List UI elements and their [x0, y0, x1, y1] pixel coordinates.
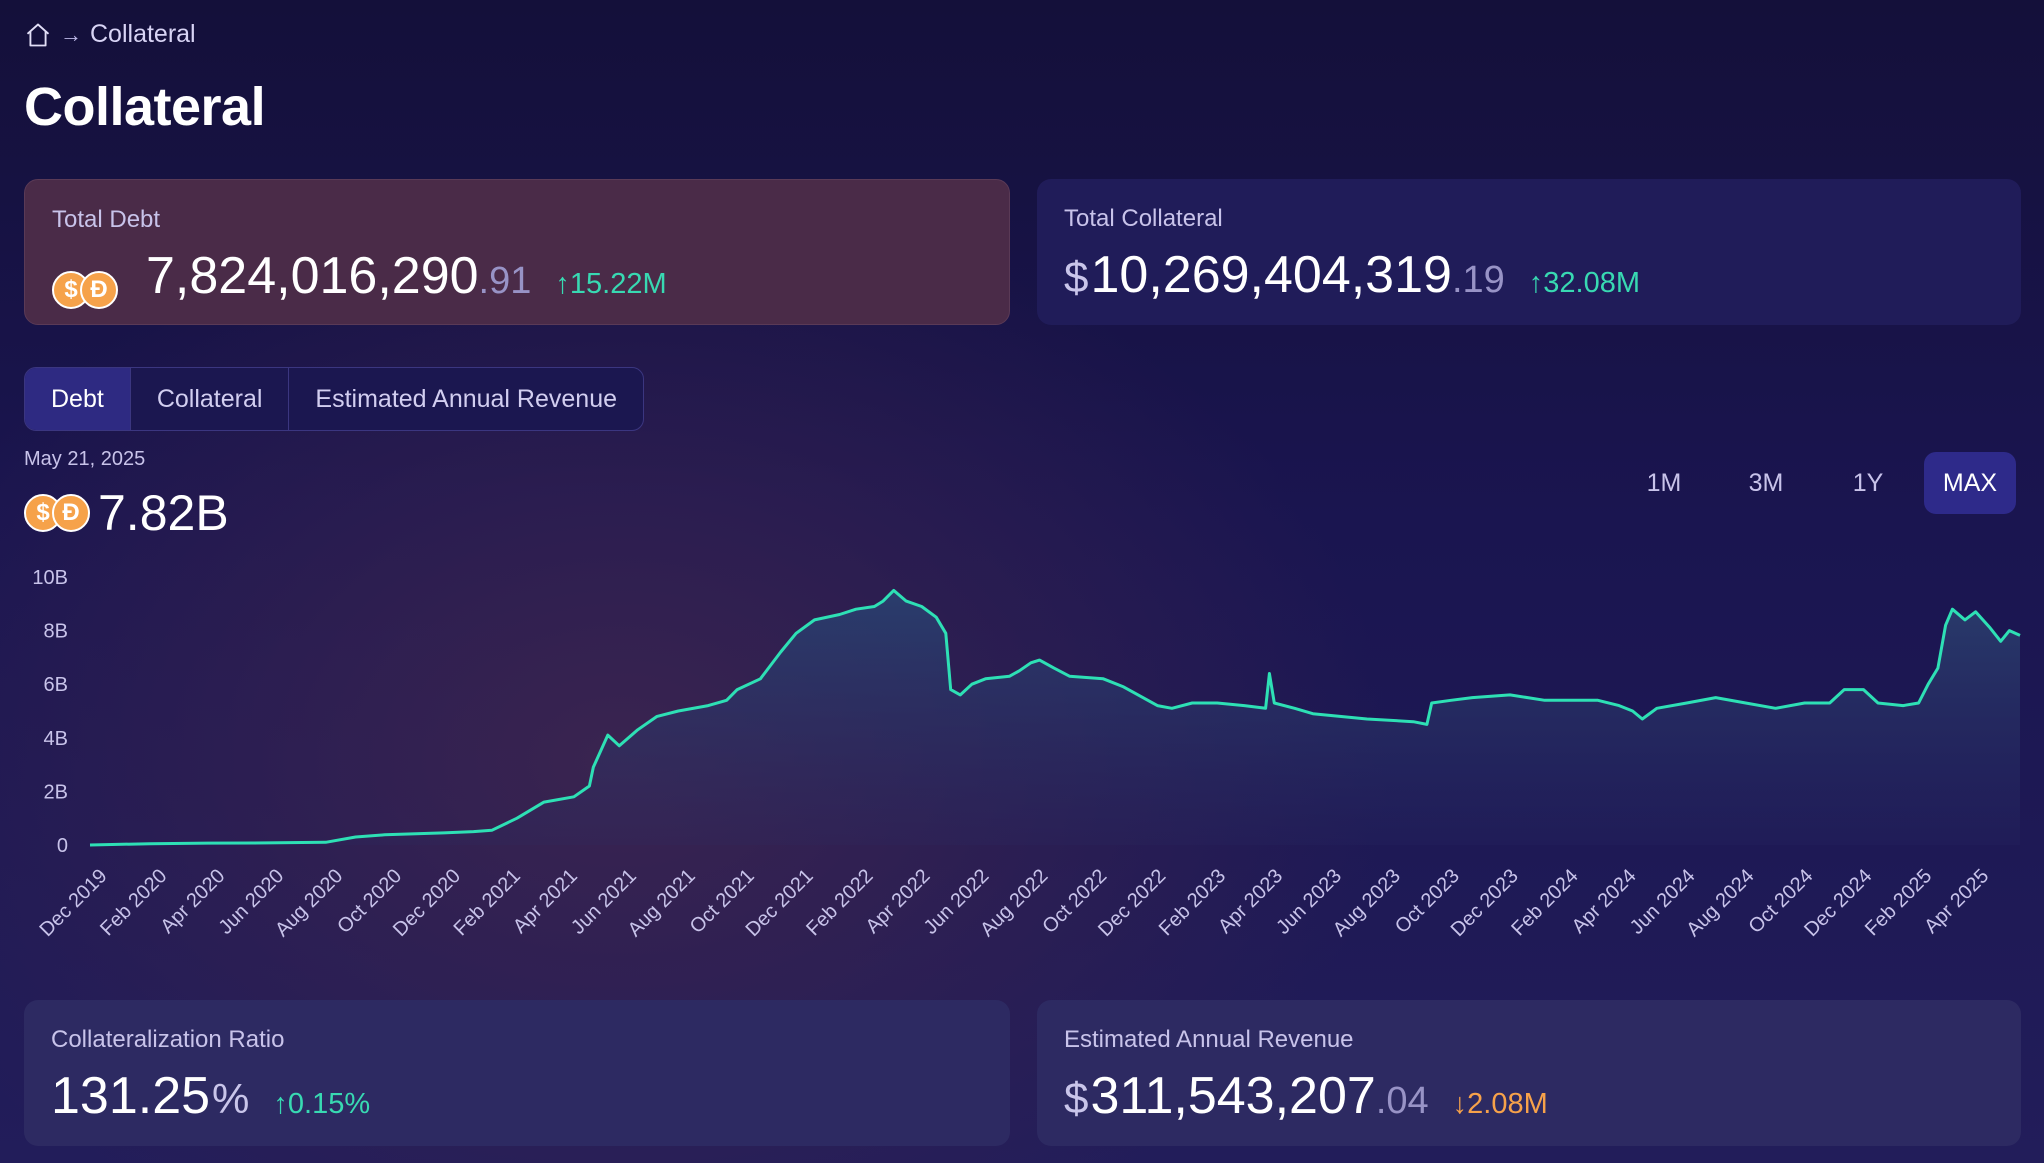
- arrow-right-icon: →: [60, 21, 82, 47]
- range-max-button[interactable]: MAX: [1924, 452, 2016, 514]
- collateralization-ratio-card: Collateralization Ratio 131.25 % ↑0.15%: [24, 1000, 1010, 1146]
- debt-area-chart[interactable]: 10B8B6B4B2B0 Dec 2019Feb 2020Apr 2020Jun…: [0, 555, 2044, 965]
- y-tick-label: 10B: [32, 567, 68, 589]
- debt-area: [90, 590, 2020, 845]
- selected-date: May 21, 2025: [24, 448, 146, 470]
- total-collateral-change: ↑32.08M: [1528, 267, 1641, 299]
- tab-collateral[interactable]: Collateral: [129, 368, 289, 430]
- currency-symbol: $: [1064, 1074, 1089, 1123]
- dai-coin-icon: Đ: [52, 494, 90, 532]
- y-tick-label: 4B: [44, 728, 68, 750]
- total-debt-cents: .91: [478, 260, 532, 302]
- chart-tabs: Debt Collateral Estimated Annual Revenue: [24, 367, 645, 431]
- range-selector: 1M 3M 1Y MAX: [1618, 452, 2016, 514]
- collateralization-ratio-change: ↑0.15%: [273, 1088, 371, 1120]
- tab-estimated-annual-revenue[interactable]: Estimated Annual Revenue: [288, 368, 643, 430]
- y-tick-label: 8B: [44, 621, 68, 643]
- total-collateral-label: Total Collateral: [1064, 205, 1223, 232]
- estimated-annual-revenue-label: Estimated Annual Revenue: [1064, 1026, 1354, 1053]
- estimated-annual-revenue-cents: .04: [1375, 1080, 1429, 1122]
- x-tick-label: Feb 2022: [802, 865, 877, 940]
- total-collateral-card: Total Collateral $ 10,269,404,319 .19 ↑3…: [1037, 179, 2021, 325]
- range-3m-button[interactable]: 3M: [1720, 452, 1812, 514]
- selected-value-text: 7.82B: [98, 485, 229, 541]
- tab-debt[interactable]: Debt: [25, 368, 130, 430]
- collateralization-ratio-label: Collateralization Ratio: [51, 1026, 285, 1053]
- y-tick-label: 2B: [44, 781, 68, 803]
- x-tick-label: Feb 2023: [1155, 865, 1230, 940]
- total-debt-change: ↑15.22M: [555, 268, 667, 300]
- range-1m-button[interactable]: 1M: [1618, 452, 1710, 514]
- breadcrumb-current[interactable]: Collateral: [90, 20, 196, 49]
- y-tick-label: 0: [57, 835, 68, 857]
- total-collateral-cents: .19: [1451, 259, 1505, 301]
- total-debt-card: Total Debt $ Đ 7,824,016,290 .91 ↑15.22M: [24, 179, 1010, 325]
- y-tick-label: 6B: [44, 674, 68, 696]
- x-tick-label: Feb 2024: [1507, 865, 1582, 940]
- dai-coin-icon: Đ: [80, 271, 118, 309]
- page-title: Collateral: [24, 77, 266, 137]
- collateralization-ratio-value: 131.25: [51, 1067, 211, 1125]
- estimated-annual-revenue-card: Estimated Annual Revenue $ 311,543,207 .…: [1037, 1000, 2021, 1146]
- x-tick-label: Feb 2021: [450, 865, 525, 940]
- selected-value: $ Đ 7.82B: [24, 484, 229, 542]
- home-icon[interactable]: [24, 21, 52, 49]
- estimated-annual-revenue-change: ↓2.08M: [1452, 1088, 1548, 1120]
- x-tick-label: Feb 2025: [1861, 865, 1936, 940]
- total-debt-label: Total Debt: [52, 206, 161, 233]
- range-1y-button[interactable]: 1Y: [1822, 452, 1914, 514]
- estimated-annual-revenue-value: 311,543,207: [1090, 1067, 1376, 1125]
- percent-unit: %: [212, 1075, 250, 1122]
- stablecoin-icons: $ Đ: [24, 494, 90, 532]
- stablecoin-icons: $ Đ: [52, 271, 118, 309]
- total-debt-value: 7,824,016,290: [146, 247, 479, 305]
- currency-symbol: $: [1064, 253, 1089, 302]
- total-collateral-value: 10,269,404,319: [1090, 246, 1452, 304]
- x-tick-label: Feb 2020: [96, 865, 171, 940]
- breadcrumb: → Collateral: [24, 20, 196, 49]
